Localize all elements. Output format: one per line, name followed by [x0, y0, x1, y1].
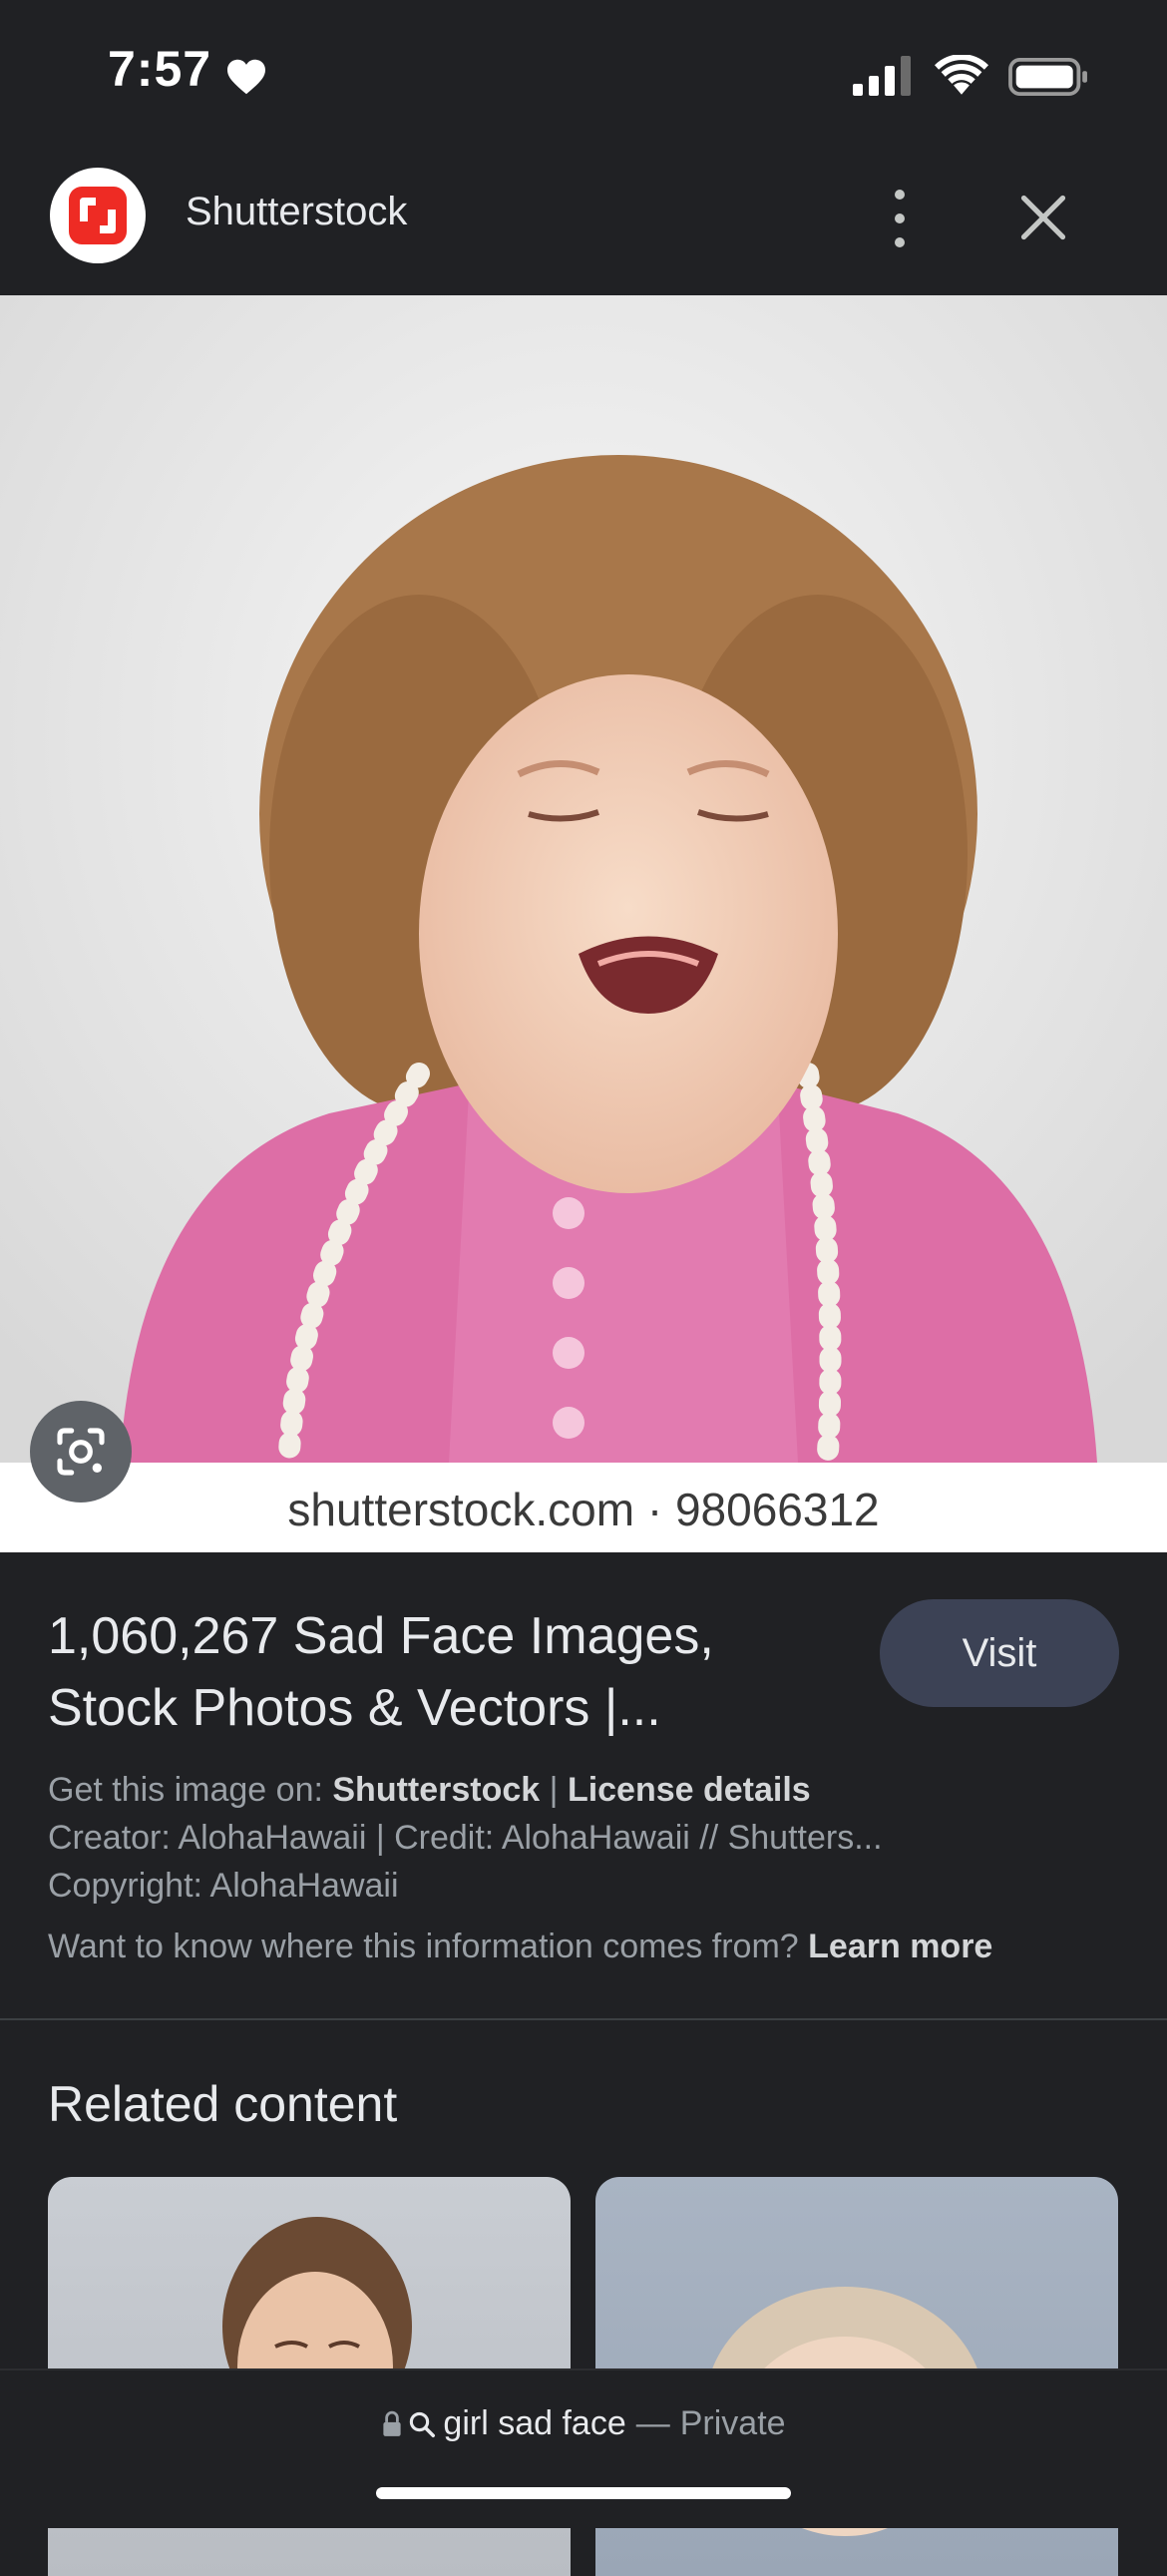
meta-separator: |: [540, 1771, 568, 1809]
cellular-signal-icon: [853, 56, 911, 96]
address-bar-content[interactable]: girl sad face — Private: [0, 2404, 1167, 2443]
info-question: Want to know where this information come…: [48, 1928, 809, 1965]
result-title[interactable]: 1,060,267 Sad Face Images, Stock Photos …: [48, 1600, 826, 1744]
site-name[interactable]: Shutterstock: [186, 190, 407, 234]
status-bar: 7:57: [0, 0, 1167, 150]
more-vert-icon[interactable]: [870, 190, 930, 247]
source-link[interactable]: Shutterstock: [332, 1771, 540, 1809]
info-source-line: Want to know where this information come…: [48, 1928, 992, 1966]
result-title-line1: 1,060,267 Sad Face Images,: [48, 1607, 714, 1665]
google-lens-icon[interactable]: [30, 1401, 132, 1503]
related-content-heading: Related content: [48, 2076, 398, 2132]
home-indicator[interactable]: [376, 2487, 791, 2499]
search-query: girl sad face: [443, 2404, 626, 2442]
lock-icon: [383, 2410, 402, 2436]
search-icon: [410, 2411, 436, 2437]
copyright: Copyright: AlohaHawaii: [48, 1867, 399, 1905]
divider: [0, 2018, 1167, 2020]
shutterstock-logo-icon[interactable]: [50, 168, 146, 263]
get-image-line: Get this image on: Shutterstock | Licens…: [48, 1771, 811, 1810]
image-watermark: shutterstock.com · 98066312: [287, 1484, 880, 1535]
address-separator: —: [635, 2404, 670, 2442]
result-title-line2: Stock Photos & Vectors |...: [48, 1679, 661, 1737]
learn-more-link[interactable]: Learn more: [808, 1928, 992, 1965]
creator-credit: Creator: AlohaHawaii | Credit: AlohaHawa…: [48, 1819, 883, 1857]
address-bar[interactable]: [0, 2368, 1167, 2528]
close-icon[interactable]: [1017, 192, 1069, 243]
result-image[interactable]: [0, 295, 1167, 1552]
get-image-prefix: Get this image on:: [48, 1771, 333, 1809]
status-time: 7:57: [108, 41, 212, 97]
visit-button[interactable]: Visit: [880, 1599, 1119, 1707]
wifi-icon: [935, 55, 988, 95]
heart-icon: [227, 59, 265, 95]
license-details-link[interactable]: License details: [568, 1771, 811, 1809]
private-mode-label: Private: [679, 2404, 786, 2442]
battery-icon: [1008, 58, 1087, 96]
